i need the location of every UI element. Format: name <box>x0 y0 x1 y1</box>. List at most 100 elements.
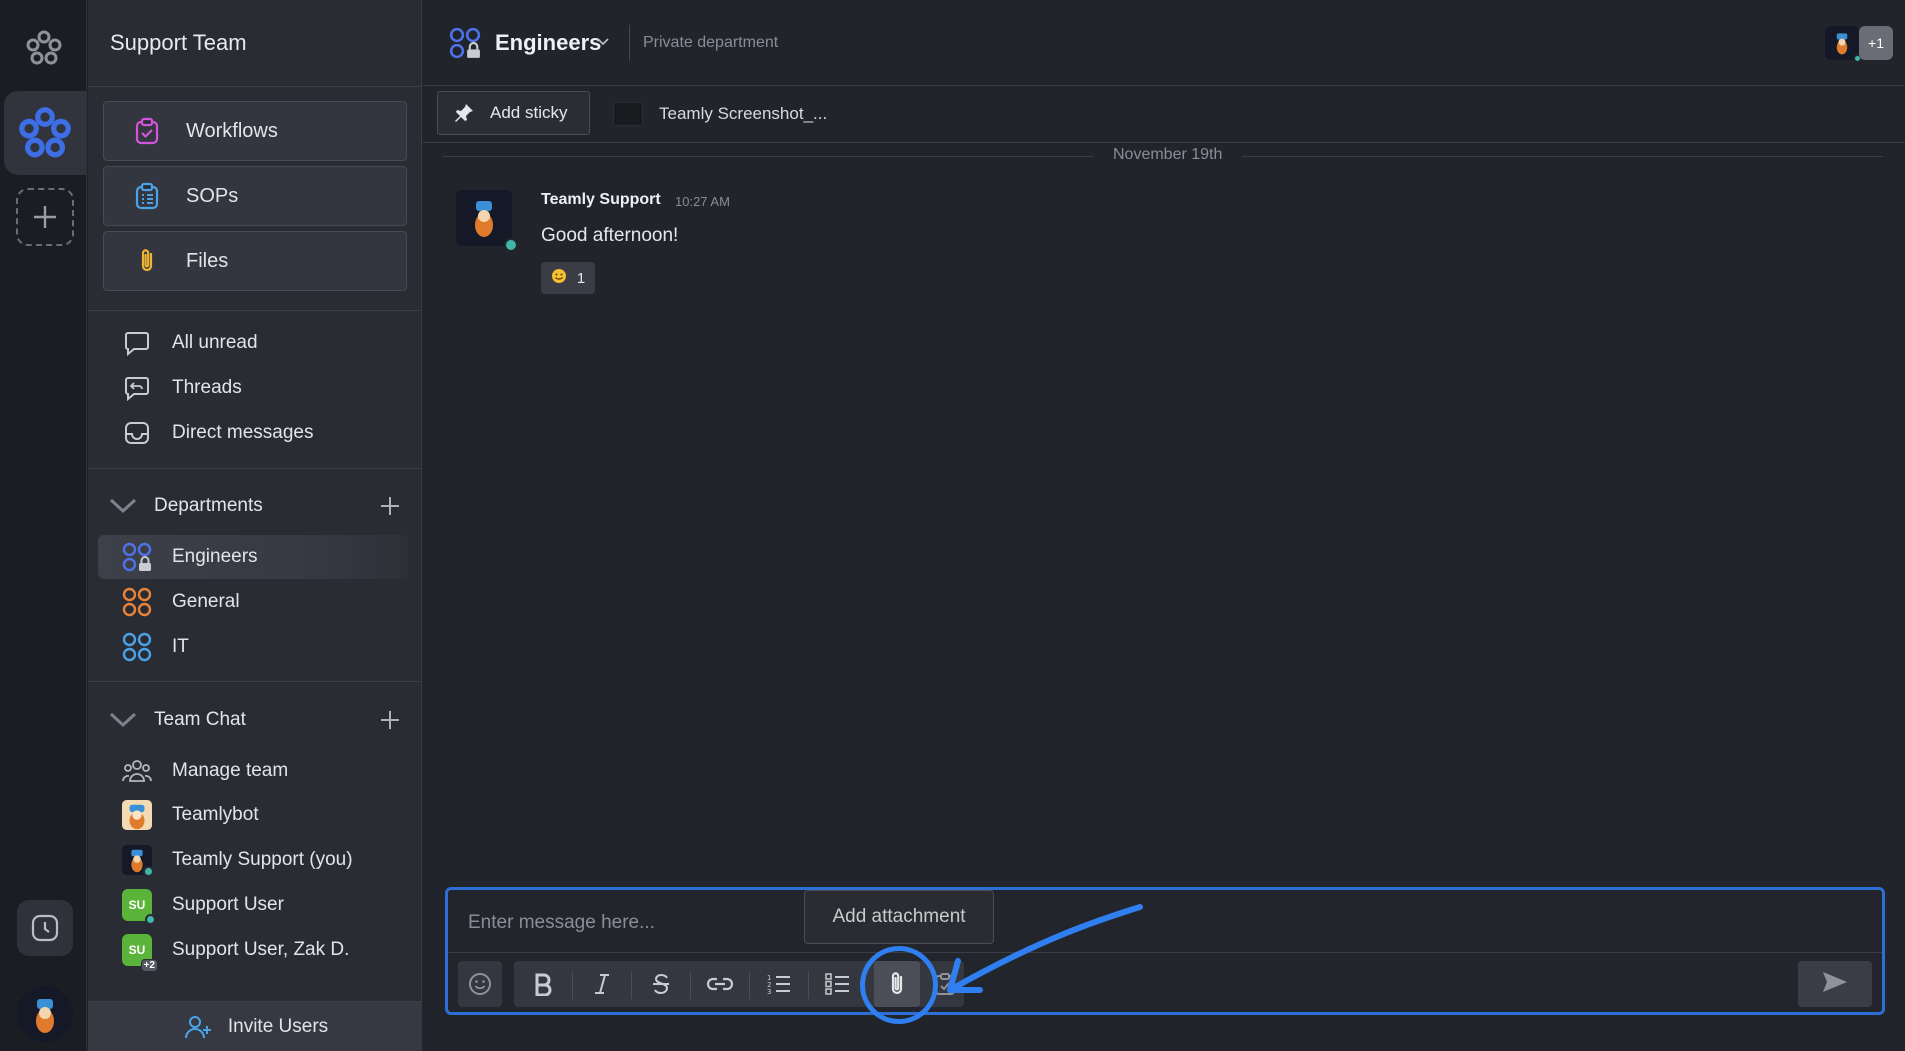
reaction-pill[interactable]: 1 <box>541 262 595 294</box>
department-label: General <box>172 591 240 612</box>
user-avatar[interactable] <box>17 986 73 1042</box>
online-status-dot <box>143 866 154 877</box>
more-members-badge[interactable]: +1 <box>1859 26 1893 60</box>
annotation-arrow-icon <box>947 904 1143 993</box>
files-button[interactable]: Files <box>103 231 407 291</box>
add-sticky-button[interactable]: Add sticky <box>437 91 590 135</box>
date-label: November 19th <box>1093 146 1243 164</box>
nav-label: All unread <box>172 332 258 353</box>
message-input[interactable]: Enter message here... <box>468 912 655 934</box>
workflows-button[interactable]: Workflows <box>103 101 407 161</box>
divider <box>88 681 422 682</box>
initials-avatar: SU +2 <box>122 934 158 972</box>
bold-icon[interactable] <box>520 961 566 1007</box>
chevron-down-icon[interactable] <box>595 34 613 52</box>
chat-support-user-group[interactable]: SU +2 Support User, Zak D. <box>98 928 408 972</box>
divider <box>808 971 809 999</box>
department-it[interactable]: IT <box>98 625 408 669</box>
ordered-list-icon[interactable]: 123 <box>756 961 802 1007</box>
chevron-down-icon[interactable] <box>106 491 140 521</box>
divider <box>690 971 691 999</box>
nav-all-unread[interactable]: All unread <box>98 321 408 365</box>
channel-header: Engineers Private department +1 <box>423 0 1905 86</box>
sidebar: Support Team Workflows SOPs Files All un… <box>88 0 422 1051</box>
chat-teamly-support[interactable]: Teamly Support (you) <box>98 838 408 882</box>
files-label: Files <box>186 249 229 272</box>
add-department-icon[interactable] <box>376 492 404 520</box>
nav-threads[interactable]: Threads <box>98 366 408 410</box>
send-icon <box>1821 970 1849 999</box>
channel-title[interactable]: Engineers <box>495 30 601 56</box>
checklist-icon[interactable] <box>815 961 861 1007</box>
team-chat-title: Team Chat <box>154 709 246 730</box>
user-avatar <box>122 845 154 877</box>
add-sticky-label: Add sticky <box>490 103 568 122</box>
department-icon <box>122 587 152 617</box>
nav-direct-messages[interactable]: Direct messages <box>98 411 408 455</box>
avatar-wrap: SU +2 <box>122 934 158 972</box>
divider <box>88 468 422 469</box>
emoji-smile-icon <box>551 268 567 288</box>
clock-icon[interactable] <box>17 900 73 956</box>
team-name: Support Team <box>110 30 247 55</box>
initials: SU <box>128 943 146 957</box>
message-avatar[interactable] <box>456 190 518 252</box>
invite-users-button[interactable]: Invite Users <box>88 1001 422 1051</box>
add-user-icon <box>182 1011 214 1043</box>
private-department-icon <box>449 27 481 59</box>
nav-label: Threads <box>172 377 242 398</box>
users-group-icon <box>122 756 152 786</box>
divider <box>572 971 573 999</box>
sticky-bar: Add sticky Teamly Screenshot_... <box>423 87 1905 143</box>
clipboard-list-icon <box>130 179 164 213</box>
send-button[interactable] <box>1798 961 1872 1007</box>
add-workspace-button[interactable] <box>16 188 74 246</box>
reaction-count: 1 <box>576 269 586 287</box>
clipboard-check-icon <box>130 114 164 148</box>
divider <box>749 971 750 999</box>
link-icon[interactable] <box>697 961 743 1007</box>
chat-support-user[interactable]: SU Support User <box>98 883 408 927</box>
chat-bubble-icon <box>122 328 152 358</box>
sops-button[interactable]: SOPs <box>103 166 407 226</box>
sticky-file[interactable]: Teamly Screenshot_... <box>613 99 827 129</box>
italic-icon[interactable] <box>579 961 625 1007</box>
extra-members-badge: +2 <box>140 959 158 972</box>
message-author[interactable]: Teamly Support <box>541 191 661 209</box>
pin-icon <box>452 101 476 125</box>
team-chat-header[interactable]: Team Chat <box>98 700 408 740</box>
chat-label: Support User, Zak D. <box>172 939 350 960</box>
divider <box>88 310 422 311</box>
sops-label: SOPs <box>186 184 239 207</box>
app-logo-icon[interactable] <box>22 26 66 70</box>
thread-reply-icon <box>122 373 152 403</box>
chat-teamlybot[interactable]: Teamlybot <box>98 793 408 837</box>
emoji-picker-icon[interactable] <box>457 961 503 1007</box>
department-general[interactable]: General <box>98 580 408 624</box>
member-avatar[interactable] <box>1825 26 1862 63</box>
inbox-icon <box>122 418 152 448</box>
chat-label: Teamlybot <box>172 804 259 825</box>
chat-manage-team[interactable]: Manage team <box>98 749 408 793</box>
department-icon <box>122 632 152 662</box>
svg-text:3: 3 <box>767 988 771 996</box>
strikethrough-icon[interactable] <box>638 961 684 1007</box>
chat-panel: Engineers Private department +1 Add stic… <box>423 0 1905 1051</box>
message-text: Good afternoon! <box>541 225 679 246</box>
chat-label: Teamly Support (you) <box>172 849 353 870</box>
departments-header[interactable]: Departments <box>98 486 408 526</box>
divider <box>88 86 422 87</box>
avatar-wrap: SU <box>122 889 156 925</box>
department-engineers[interactable]: Engineers <box>98 535 408 579</box>
bot-avatar <box>122 800 152 830</box>
online-status-dot <box>504 238 518 252</box>
workspace-support-team[interactable] <box>4 91 86 175</box>
departments-title: Departments <box>154 495 263 516</box>
file-label: Teamly Screenshot_... <box>659 104 828 123</box>
file-thumbnail <box>613 102 643 126</box>
private-department-icon <box>122 542 152 572</box>
add-chat-icon[interactable] <box>376 706 404 734</box>
chevron-down-icon[interactable] <box>106 705 140 735</box>
message-time: 10:27 AM <box>675 194 730 209</box>
chat-label: Manage team <box>172 760 289 781</box>
